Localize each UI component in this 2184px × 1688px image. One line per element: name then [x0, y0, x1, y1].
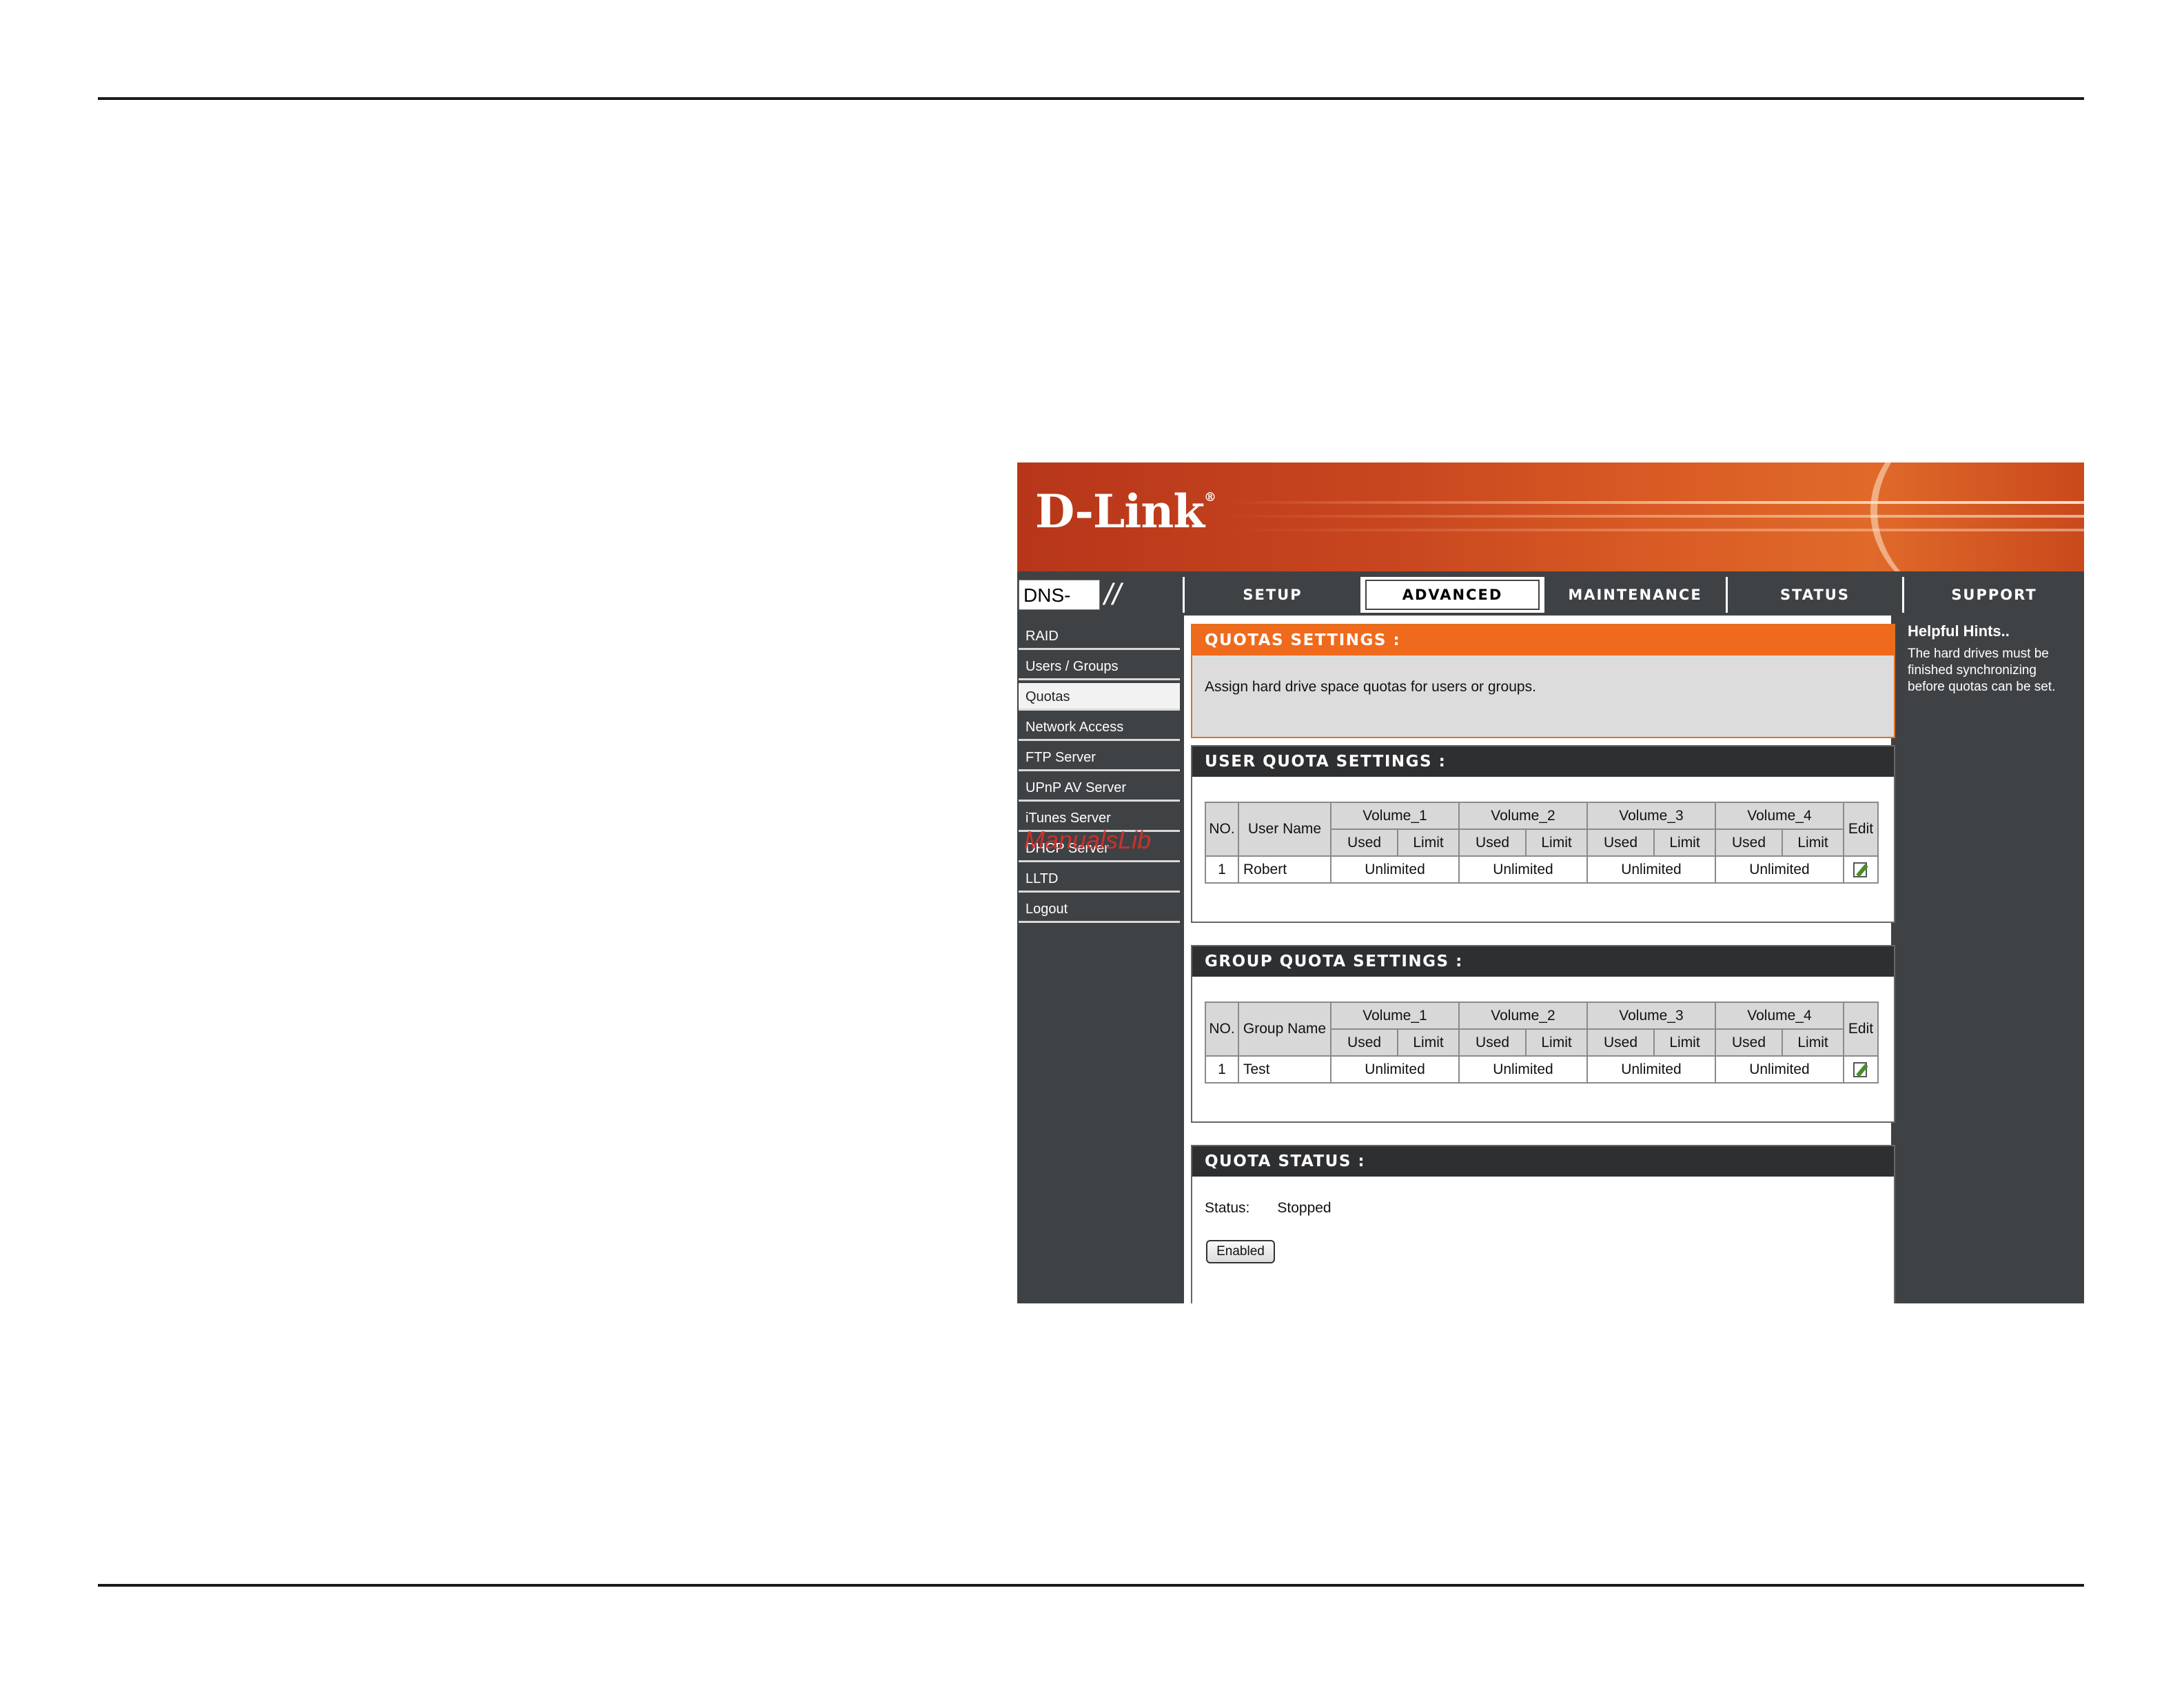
col-limit: Limit: [1525, 1028, 1588, 1057]
col-volume-2: Volume_2: [1458, 1001, 1588, 1030]
top-navigation: DNS-343 // SETUP ADVANCED MAINTENANCE ST…: [1017, 577, 2084, 636]
col-volume-3: Volume_3: [1586, 802, 1716, 830]
model-badge: DNS-343 //: [1019, 577, 1181, 636]
status-value: Stopped: [1277, 1200, 1331, 1216]
table-row: 1 Test Unlimited Unlimited Unlimited Unl…: [1205, 1055, 1879, 1084]
model-name: DNS-343: [1019, 580, 1100, 636]
quota-status-row: Status: Stopped: [1205, 1200, 1331, 1217]
row-volume-3-value: Unlimited: [1586, 1055, 1716, 1084]
edit-icon[interactable]: [1852, 1061, 1870, 1079]
tab-setup[interactable]: SETUP: [1183, 577, 1360, 613]
hints-title: Helpful Hints..: [1908, 622, 2010, 640]
device-admin-ui: D-Link® DNS-343 // SETUP ADVANCED MAINTE…: [1017, 462, 2084, 1303]
row-volume-1-value: Unlimited: [1330, 1055, 1460, 1084]
col-limit: Limit: [1525, 828, 1588, 857]
row-no: 1: [1205, 1055, 1239, 1084]
col-volume-3: Volume_3: [1586, 1001, 1716, 1030]
tab-maintenance[interactable]: MAINTENANCE: [1542, 577, 1726, 613]
quota-status-panel: QUOTA STATUS : Status: Stopped Enabled: [1191, 1145, 1895, 1303]
row-volume-2-value: Unlimited: [1458, 1055, 1588, 1084]
col-no: NO.: [1205, 802, 1239, 857]
enabled-button[interactable]: Enabled: [1206, 1240, 1275, 1263]
col-limit: Limit: [1782, 1028, 1844, 1057]
row-volume-4-value: Unlimited: [1714, 855, 1845, 884]
col-used: Used: [1329, 1028, 1399, 1057]
group-quota-table: NO. Group Name Volume_1 Volume_2 Volume_…: [1205, 1001, 1879, 1084]
sidebar-item-itunes-server[interactable]: iTunes Server: [1019, 804, 1180, 832]
sidebar-item-users-groups[interactable]: Users / Groups: [1019, 653, 1180, 680]
row-edit-cell: [1843, 1055, 1879, 1084]
panel-title: QUOTAS SETTINGS :: [1192, 625, 1894, 655]
edit-icon[interactable]: [1852, 861, 1870, 879]
col-volume-2: Volume_2: [1458, 802, 1588, 830]
main-content: QUOTAS SETTINGS : Assign hard drive spac…: [1184, 616, 1895, 1303]
user-quota-panel: USER QUOTA SETTINGS : NO. User Name Volu…: [1191, 745, 1895, 923]
row-volume-4-value: Unlimited: [1714, 1055, 1845, 1084]
row-group-name: Test: [1238, 1055, 1331, 1084]
col-used: Used: [1329, 828, 1399, 857]
sidebar-item-raid[interactable]: RAID: [1019, 622, 1180, 650]
col-used: Used: [1586, 1028, 1655, 1057]
row-volume-3-value: Unlimited: [1586, 855, 1716, 884]
page-bottom-rule: [98, 1584, 2084, 1587]
sidebar-item-dhcp-server[interactable]: DHCP Server: [1019, 835, 1180, 862]
panel-title: GROUP QUOTA SETTINGS :: [1192, 946, 1894, 977]
col-used: Used: [1586, 828, 1655, 857]
col-limit: Limit: [1397, 828, 1460, 857]
tab-support[interactable]: SUPPORT: [1902, 577, 2084, 613]
sidebar-menu: RAID Users / Groups Quotas Network Acces…: [1017, 616, 1183, 1303]
col-volume-1: Volume_1: [1330, 1001, 1460, 1030]
sidebar-item-upnp-av-server[interactable]: UPnP AV Server: [1019, 774, 1180, 802]
tab-advanced[interactable]: ADVANCED: [1360, 577, 1542, 613]
col-edit: Edit: [1843, 802, 1879, 857]
col-user-name: User Name: [1238, 802, 1331, 857]
dlink-logo: D-Link®: [1035, 485, 1216, 538]
col-used: Used: [1714, 1028, 1784, 1057]
helpful-hints-panel: Helpful Hints.. The hard drives must be …: [1902, 616, 2084, 1303]
sidebar-item-logout[interactable]: Logout: [1019, 895, 1180, 923]
model-slashes: //: [1104, 578, 1121, 611]
panel-title: USER QUOTA SETTINGS :: [1192, 746, 1894, 777]
col-limit: Limit: [1653, 828, 1716, 857]
user-quota-table: NO. User Name Volume_1 Volume_2 Volume_3…: [1205, 802, 1879, 884]
col-used: Used: [1458, 1028, 1527, 1057]
sidebar-item-lltd[interactable]: LLTD: [1019, 865, 1180, 893]
sidebar-item-quotas[interactable]: Quotas: [1019, 683, 1180, 711]
col-no: NO.: [1205, 1001, 1239, 1057]
col-group-name: Group Name: [1238, 1001, 1331, 1057]
col-limit: Limit: [1653, 1028, 1716, 1057]
row-volume-1-value: Unlimited: [1330, 855, 1460, 884]
hints-text: The hard drives must be finished synchro…: [1908, 647, 2056, 694]
col-edit: Edit: [1843, 1001, 1879, 1057]
sidebar-item-ftp-server[interactable]: FTP Server: [1019, 744, 1180, 771]
sidebar-item-network-access[interactable]: Network Access: [1019, 713, 1180, 741]
banner-swoosh: [1870, 462, 2084, 571]
col-limit: Limit: [1782, 828, 1844, 857]
row-user-name: Robert: [1238, 855, 1331, 884]
status-label: Status:: [1205, 1200, 1250, 1216]
header-banner: D-Link®: [1017, 462, 2084, 571]
panel-title: QUOTA STATUS :: [1192, 1146, 1894, 1177]
col-volume-1: Volume_1: [1330, 802, 1460, 830]
col-volume-4: Volume_4: [1714, 1001, 1845, 1030]
col-volume-4: Volume_4: [1714, 802, 1845, 830]
quotas-settings-panel: QUOTAS SETTINGS : Assign hard drive spac…: [1191, 624, 1895, 738]
row-no: 1: [1205, 855, 1239, 884]
col-used: Used: [1714, 828, 1784, 857]
row-volume-2-value: Unlimited: [1458, 855, 1588, 884]
page-top-rule: [98, 97, 2084, 100]
group-quota-panel: GROUP QUOTA SETTINGS : NO. Group Name Vo…: [1191, 945, 1895, 1123]
col-limit: Limit: [1397, 1028, 1460, 1057]
table-row: 1 Robert Unlimited Unlimited Unlimited U…: [1205, 855, 1879, 884]
col-used: Used: [1458, 828, 1527, 857]
row-edit-cell: [1843, 855, 1879, 884]
tab-status[interactable]: STATUS: [1726, 577, 1902, 613]
